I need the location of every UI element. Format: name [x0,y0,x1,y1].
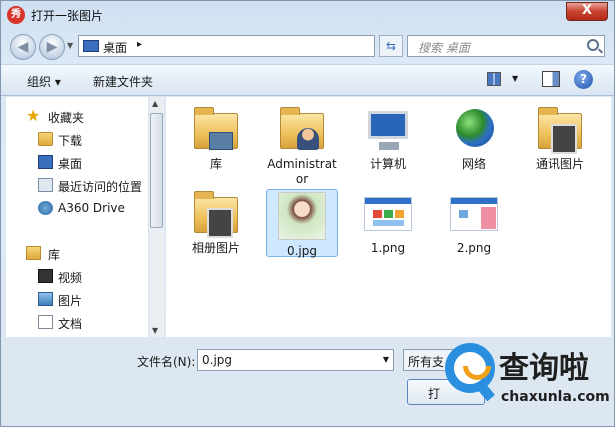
filename-label: 文件名(N): [137,355,196,369]
search-placeholder: 搜索 桌面 [418,41,470,55]
sidebar-item-label: 视频 [58,271,83,285]
change-view-icon[interactable] [487,72,501,86]
video-icon [38,269,53,283]
documents-icon [38,315,53,329]
file-list-pane: 库 Administrator 计算机 网络 通讯图片 相册图片 0.jpg 1… [166,97,611,337]
file-item-computer[interactable]: 计算机 [352,105,424,172]
address-bar[interactable]: 桌面 ▸ [78,35,375,57]
computer-icon [368,111,408,150]
watermark-logo: 查询啦 chaxunla.com [439,331,611,417]
downloads-folder-icon [38,132,53,146]
network-icon [456,109,494,147]
search-icon[interactable] [587,39,599,51]
title-bar: 秀 打开一张图片 X [1,1,614,29]
sidebar-item-label: 库 [48,248,61,262]
pictures-icon [38,292,53,306]
scrollbar-thumb[interactable] [150,113,163,228]
navigation-scrollbar[interactable]: ▲ ▼ [148,97,164,337]
file-name: 0.jpg [286,244,318,258]
sidebar-item-label: 下载 [58,134,83,148]
scroll-up-icon[interactable]: ▲ [152,99,158,108]
sidebar-item-libraries[interactable]: 库 [6,244,156,264]
a360-drive-icon [38,201,53,215]
png-thumbnail [364,197,412,231]
sidebar-item-documents[interactable]: 文档 [6,313,156,333]
recent-places-icon [38,178,53,192]
sidebar-item-downloads[interactable]: 下载 [6,130,156,150]
back-button[interactable]: ◀ [10,34,36,60]
file-name: 1.png [370,241,406,255]
file-name: Administrator [267,157,337,186]
sidebar-item-label: 最近访问的位置 [58,180,143,194]
library-icon [26,246,41,260]
close-button[interactable]: X [566,2,608,21]
file-item-administrator[interactable]: Administrator [266,105,338,187]
sidebar-item-desktop[interactable]: 桌面 [6,153,156,173]
sidebar-item-label: 文档 [58,317,83,331]
file-item-comm-photos[interactable]: 通讯图片 [524,105,596,172]
search-input[interactable]: 搜索 桌面 [407,35,605,57]
file-name: 计算机 [369,157,406,171]
sidebar-item-favorites[interactable]: ★ 收藏夹 [6,107,156,127]
jpg-thumbnail [278,192,326,240]
sidebar-item-pictures[interactable]: 图片 [6,290,156,310]
sidebar-item-label: 图片 [58,294,83,308]
open-image-dialog: 秀 打开一张图片 X ◀ ▶ ▼ 桌面 ▸ ⇆ 搜索 桌面 组织 ▾ 新建文件夹… [0,0,615,427]
file-item-library[interactable]: 库 [180,105,252,172]
new-folder-button[interactable]: 新建文件夹 [93,73,153,90]
scroll-down-icon[interactable]: ▼ [152,326,158,335]
file-name: 通讯图片 [535,157,584,171]
preview-pane-icon[interactable] [542,71,560,87]
album-folder-icon [194,191,238,238]
history-dropdown-icon[interactable]: ▼ [67,41,73,50]
app-logo-icon: 秀 [7,6,25,24]
forward-button[interactable]: ▶ [39,34,65,60]
png-thumbnail [450,197,498,231]
library-folder-icon [194,107,238,150]
file-item-network[interactable]: 网络 [438,105,510,172]
filename-dropdown-icon[interactable]: ▼ [383,355,389,364]
watermark-url: chaxunla.com [501,389,610,405]
desktop-location-icon [83,40,99,52]
filename-input[interactable]: 0.jpg ▼ [197,349,394,371]
sidebar-item-label: 收藏夹 [48,111,85,125]
file-name: 2.png [456,241,492,255]
sidebar-item-recent-places[interactable]: 最近访问的位置 [6,176,156,196]
logo-handle [477,382,495,402]
sidebar-item-label: A360 Drive [58,201,125,215]
file-name: 相册图片 [191,241,240,255]
sidebar-item-videos[interactable]: 视频 [6,267,156,287]
dialog-title: 打开一张图片 [31,9,104,23]
file-item-album-photos[interactable]: 相册图片 [180,189,252,256]
photo-folder-icon [538,107,582,154]
filename-value[interactable]: 0.jpg [202,353,232,367]
file-name: 网络 [461,157,486,171]
file-item-2-png[interactable]: 2.png [438,189,510,256]
desktop-icon [38,155,53,169]
watermark-title: 查询啦 [499,351,589,386]
address-location[interactable]: 桌面 [103,39,127,56]
star-icon: ★ [26,106,41,125]
organize-menu-button[interactable]: 组织 ▾ [27,73,61,90]
user-folder-icon [280,107,324,150]
sidebar-item-a360-drive[interactable]: A360 Drive [6,199,156,219]
view-options-dropdown-icon[interactable]: ▼ [512,74,518,83]
sidebar-item-label: 桌面 [58,157,83,171]
navigation-pane: ★ 收藏夹 下载 桌面 最近访问的位置 A360 Drive 库 视频 图片 文… [6,97,164,337]
file-item-1-png[interactable]: 1.png [352,189,424,256]
refresh-button[interactable]: ⇆ [379,35,403,57]
breadcrumb-arrow-icon[interactable]: ▸ [137,39,142,50]
help-icon[interactable]: ? [574,70,593,89]
command-toolbar: 组织 ▾ 新建文件夹 ▼ ? [1,64,614,96]
file-item-0-jpg[interactable]: 0.jpg [266,189,338,258]
file-name: 库 [209,157,222,171]
